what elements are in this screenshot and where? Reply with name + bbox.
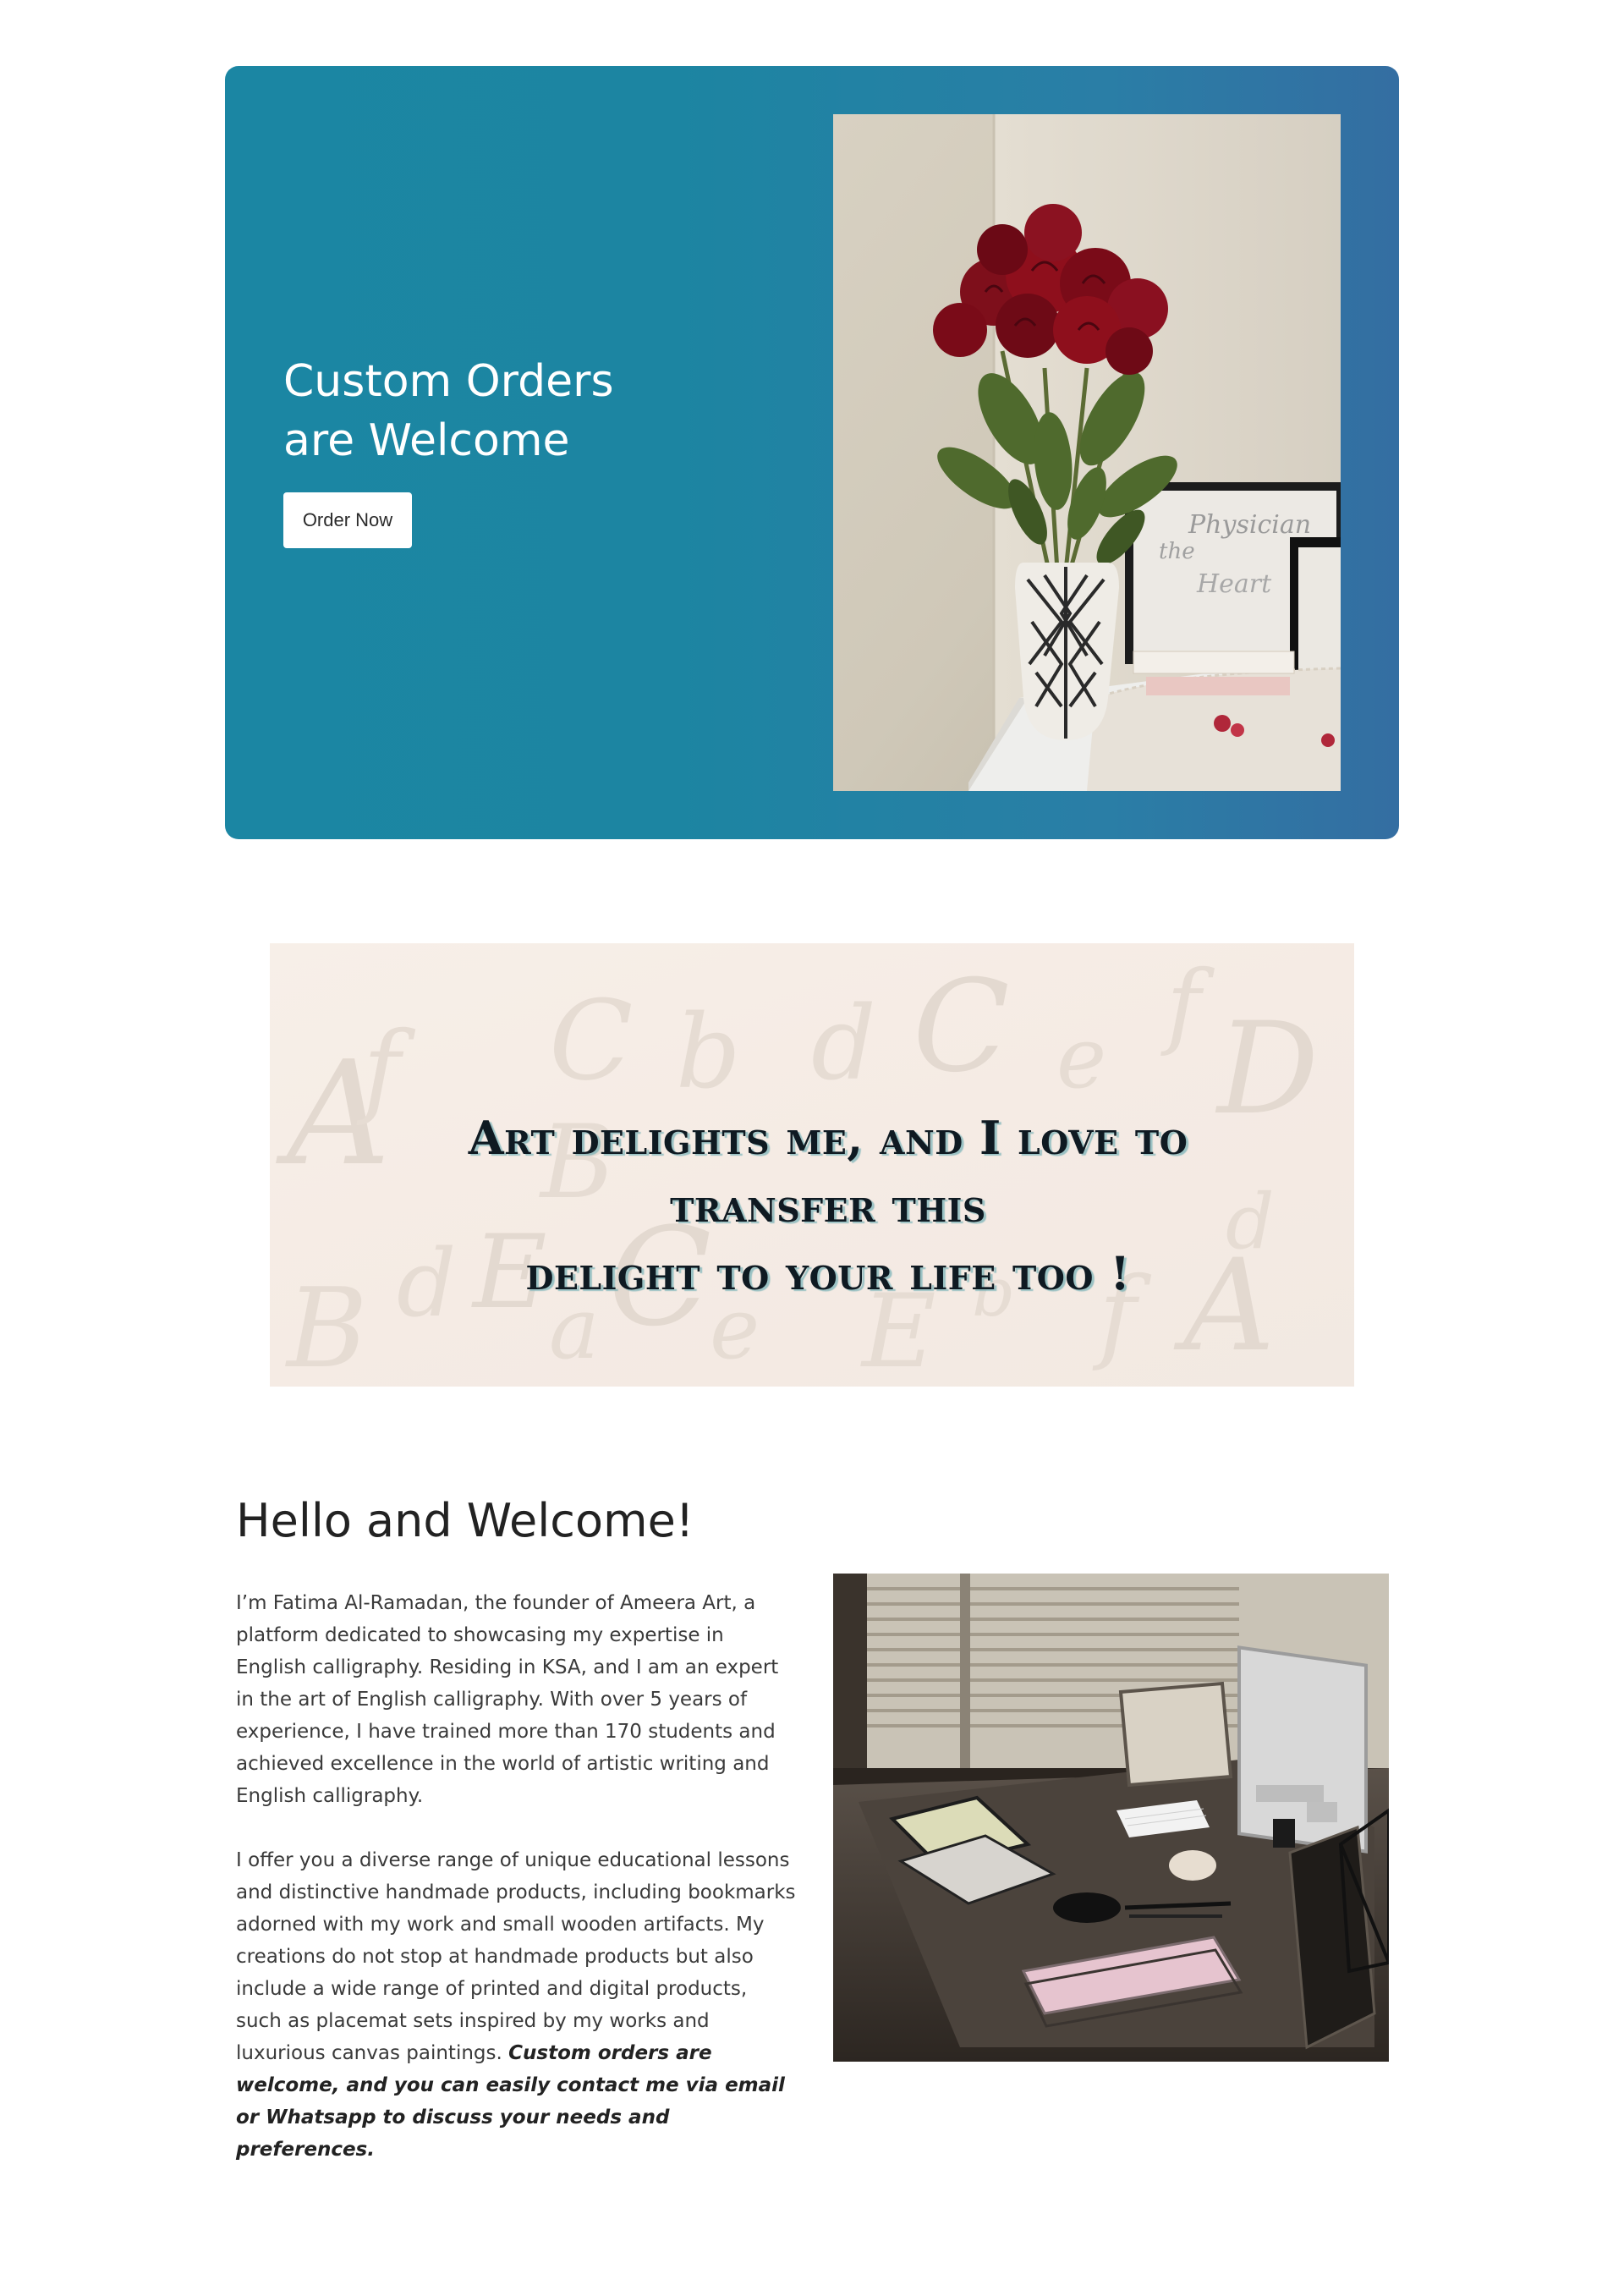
svg-text:C: C	[549, 976, 633, 1105]
quote-banner: A f C b d C e f D B B d E a C e E b f A …	[270, 943, 1354, 1387]
hero-title-line1: Custom Orders	[283, 356, 614, 407]
roses-vase-illustration: Physician the Heart	[833, 114, 1341, 791]
custom-orders-hero: Custom Orders are Welcome Order Now Phys…	[225, 66, 1399, 839]
desk-illustration	[833, 1574, 1389, 2062]
hero-title: Custom Orders are Welcome	[283, 352, 723, 470]
svg-text:e: e	[1056, 1008, 1106, 1107]
svg-text:f: f	[1160, 950, 1215, 1058]
svg-text:C: C	[913, 953, 1010, 1101]
svg-text:b: b	[676, 994, 741, 1112]
svg-text:B: B	[285, 1264, 368, 1387]
quote-line2: delight to your life too !	[525, 1246, 1131, 1300]
about-text: I’m Fatima Al-Ramadan, the founder of Am…	[236, 1587, 798, 2198]
about-title: Hello and Welcome!	[236, 1494, 694, 1547]
workspace-desk-photo	[833, 1574, 1389, 2062]
about-paragraph-2: I offer you a diverse range of unique ed…	[236, 1844, 798, 2166]
hero-title-line2: are Welcome	[283, 415, 570, 466]
art-quote: Art delights me, and I love to transfer …	[371, 1104, 1285, 1307]
about-paragraph-2-text: I offer you a diverse range of unique ed…	[236, 1849, 796, 2064]
svg-text:the: the	[1159, 539, 1195, 564]
roses-vase-photo: Physician the Heart	[833, 114, 1341, 791]
about-paragraph-1: I’m Fatima Al-Ramadan, the founder of Am…	[236, 1592, 779, 1807]
quote-line1: Art delights me, and I love to transfer …	[468, 1111, 1188, 1233]
frame-calligraphy-text: Physician	[1188, 510, 1311, 540]
svg-text:Heart: Heart	[1196, 569, 1272, 599]
order-now-button[interactable]: Order Now	[283, 492, 412, 548]
svg-text:d: d	[811, 986, 876, 1103]
